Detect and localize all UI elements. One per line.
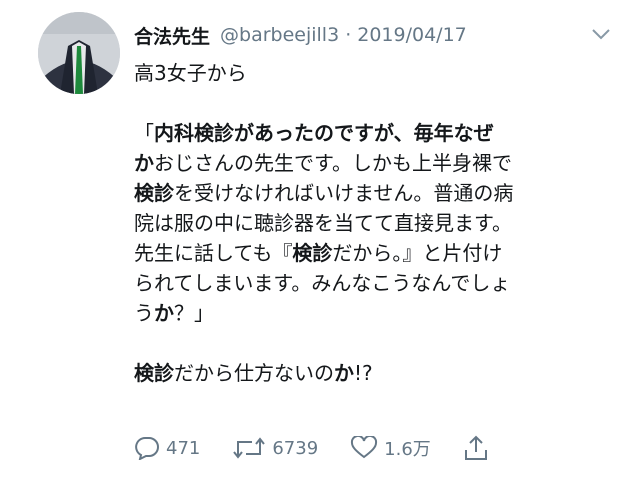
tweet-paragraph-segment: う xyxy=(134,301,154,325)
tweet-paragraph-segment: 院は服の中に聴診器を当てて直接見ます。 xyxy=(134,211,512,235)
tweet-paragraph-line: かおじさんの先生です。しかも上半身裸で xyxy=(134,148,614,178)
tweet-last-line: 検診だから仕方ないのか!? xyxy=(134,358,614,388)
separator-dot: · xyxy=(345,24,352,46)
tweet-paragraph-segment: だから。』と片付け xyxy=(332,241,503,265)
tweet-header: 合法先生 @barbeejill3 · 2019/04/17 xyxy=(134,20,610,50)
like-count: 1.6万 xyxy=(384,439,431,460)
tweet-line-1: 高3女子から xyxy=(134,61,247,85)
tweet-last-line-segment: か xyxy=(334,361,354,385)
tweet-paragraph-segment: 検診 xyxy=(134,181,174,205)
share-icon xyxy=(464,435,487,460)
tweet-paragraph-segment: ？」 xyxy=(174,301,214,325)
tweet: 合法先生 @barbeejill3 · 2019/04/17 高3女子から 「内… xyxy=(0,0,640,487)
tweet-paragraph-line: 院は服の中に聴診器を当てて直接見ます。 xyxy=(134,208,614,238)
author-handle[interactable]: @barbeejill3 xyxy=(220,24,339,46)
avatar[interactable] xyxy=(38,12,120,94)
heart-icon xyxy=(351,436,378,459)
tweet-date[interactable]: 2019/04/17 xyxy=(357,24,467,46)
tweet-last-line-segment: 検診 xyxy=(134,361,174,385)
tweet-paragraph-segment: おじさんの先生です。しかも上半身裸で xyxy=(154,151,512,175)
tweet-paragraph-segment: 先生に話しても『 xyxy=(134,241,293,265)
tweet-paragraph-line: 検診を受けなければいけません。普通の病 xyxy=(134,178,614,208)
avatar-image xyxy=(38,12,120,94)
tweet-paragraph-line: られてしまいます。みんなこうなんでしょ xyxy=(134,268,614,298)
retweet-button[interactable]: 6739 xyxy=(232,436,318,460)
tweet-paragraph-segment: か xyxy=(154,301,174,325)
tweet-paragraph-segment: を受けなければいけません。普通の病 xyxy=(174,181,514,205)
tweet-actions: 471 6739 1.6万 xyxy=(134,432,574,464)
like-button[interactable]: 1.6万 xyxy=(350,435,431,461)
share-button[interactable] xyxy=(463,434,495,462)
tweet-paragraph: 「内科検診があったのですが、毎年なぜ かおじさんの先生です。しかも上半身裸で 検診を… xyxy=(134,118,614,328)
tweet-text: 高3女子から 「内科検診があったのですが、毎年なぜ かおじさんの先生です。しかも上… xyxy=(134,58,614,388)
tweet-paragraph-segment: 内科検診があったのですが、毎年なぜ xyxy=(154,121,494,145)
retweet-count: 6739 xyxy=(272,437,319,459)
tweet-paragraph-line: うか？」 xyxy=(134,298,614,328)
tweet-last-line-segment: !? xyxy=(354,361,373,385)
tweet-paragraph-segment: 「 xyxy=(134,121,154,145)
author-name[interactable]: 合法先生 xyxy=(134,22,210,49)
tweet-paragraph-segment: 検診 xyxy=(292,241,333,265)
tweet-last-line-segment: だから仕方ないの xyxy=(174,361,334,385)
retweet-icon xyxy=(233,437,266,459)
chevron-down-icon[interactable] xyxy=(590,26,612,42)
tweet-paragraph-segment: か xyxy=(134,151,154,175)
reply-button[interactable]: 471 xyxy=(134,436,200,460)
tweet-paragraph-line: 先生に話しても『検診だから。』と片付け xyxy=(134,238,614,268)
tweet-paragraph-line: 「内科検診があったのですが、毎年なぜ xyxy=(134,118,614,148)
tweet-paragraph-segment: られてしまいます。みんなこうなんでしょ xyxy=(134,271,511,295)
reply-count: 471 xyxy=(166,437,201,459)
reply-icon xyxy=(135,437,159,460)
